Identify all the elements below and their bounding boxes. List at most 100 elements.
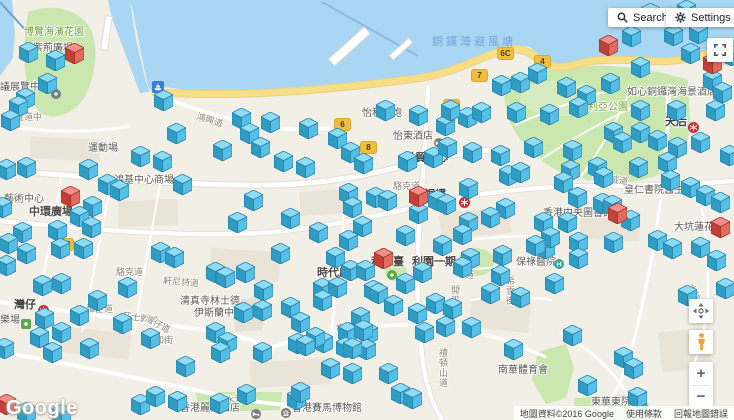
blue-cube-marker[interactable] [481, 207, 500, 228]
blue-cube-marker[interactable] [507, 102, 526, 123]
blue-cube-marker[interactable] [211, 342, 230, 363]
blue-cube-marker[interactable] [511, 287, 530, 308]
blue-cube-marker[interactable] [253, 342, 272, 363]
blue-cube-marker[interactable] [271, 243, 290, 264]
blue-cube-marker[interactable] [681, 43, 700, 64]
blue-cube-marker[interactable] [628, 387, 647, 408]
blue-cube-marker[interactable] [706, 100, 725, 121]
blue-cube-marker[interactable] [624, 358, 643, 379]
blue-cube-marker[interactable] [568, 187, 587, 208]
blue-cube-marker[interactable] [491, 145, 510, 166]
blue-cube-marker[interactable] [0, 159, 16, 180]
blue-cube-marker[interactable] [545, 273, 564, 294]
blue-cube-marker[interactable] [237, 384, 256, 405]
report-map-error-link[interactable]: 回報地圖錯誤 [674, 407, 728, 420]
blue-cube-marker[interactable] [463, 142, 482, 163]
blue-cube-marker[interactable] [299, 118, 318, 139]
blue-cube-marker[interactable] [511, 162, 530, 183]
blue-cube-marker[interactable] [631, 57, 650, 78]
blue-cube-marker[interactable] [296, 157, 315, 178]
red-cube-marker[interactable] [374, 248, 393, 269]
blue-cube-marker[interactable] [462, 317, 481, 338]
blue-cube-marker[interactable] [493, 245, 512, 266]
blue-cube-marker[interactable] [80, 338, 99, 359]
blue-cube-marker[interactable] [711, 192, 730, 213]
blue-cube-marker[interactable] [558, 212, 577, 233]
blue-cube-marker[interactable] [396, 273, 415, 294]
red-cube-marker[interactable] [61, 186, 80, 207]
blue-cube-marker[interactable] [213, 140, 232, 161]
blue-cube-marker[interactable] [253, 300, 272, 321]
blue-cube-marker[interactable] [82, 217, 101, 238]
blue-cube-marker[interactable] [459, 178, 478, 199]
blue-cube-marker[interactable] [309, 222, 328, 243]
blue-cube-marker[interactable] [648, 130, 667, 151]
blue-cube-marker[interactable] [261, 112, 280, 133]
blue-cube-marker[interactable] [631, 100, 650, 121]
blue-cube-marker[interactable] [326, 247, 345, 268]
blue-cube-marker[interactable] [173, 174, 192, 195]
blue-cube-marker[interactable] [438, 137, 457, 158]
blue-cube-marker[interactable] [154, 90, 173, 111]
blue-cube-marker[interactable] [578, 375, 597, 396]
blue-cube-marker[interactable] [141, 328, 160, 349]
blue-cube-marker[interactable] [296, 335, 315, 356]
blue-cube-marker[interactable] [110, 180, 129, 201]
blue-cube-marker[interactable] [667, 100, 686, 121]
blue-cube-marker[interactable] [0, 233, 18, 254]
zoom-in-button[interactable]: + [689, 362, 713, 385]
blue-cube-marker[interactable] [569, 97, 588, 118]
blue-cube-marker[interactable] [176, 356, 195, 377]
blue-cube-marker[interactable] [52, 322, 71, 343]
blue-cube-marker[interactable] [481, 283, 500, 304]
blue-cube-marker[interactable] [601, 73, 620, 94]
blue-cube-marker[interactable] [281, 208, 300, 229]
blue-cube-marker[interactable] [146, 386, 165, 407]
blue-cube-marker[interactable] [17, 157, 36, 178]
red-cube-marker[interactable] [599, 35, 618, 56]
settings-button[interactable]: Settings [666, 8, 734, 27]
blue-cube-marker[interactable] [228, 212, 247, 233]
blue-cube-marker[interactable] [353, 216, 372, 237]
blue-cube-marker[interactable] [396, 225, 415, 246]
blue-cube-marker[interactable] [165, 247, 184, 268]
blue-cube-marker[interactable] [403, 388, 422, 409]
blue-cube-marker[interactable] [251, 137, 270, 158]
blue-cube-marker[interactable] [453, 257, 472, 278]
blue-cube-marker[interactable] [131, 146, 150, 167]
blue-cube-marker[interactable] [720, 145, 734, 166]
blue-cube-marker[interactable] [19, 42, 38, 63]
blue-cube-marker[interactable] [46, 50, 65, 71]
blue-cube-marker[interactable] [313, 290, 332, 311]
blue-cube-marker[interactable] [74, 238, 93, 259]
blue-cube-marker[interactable] [691, 132, 710, 153]
blue-cube-marker[interactable] [0, 338, 14, 359]
blue-cube-marker[interactable] [398, 151, 417, 172]
blue-cube-marker[interactable] [291, 382, 310, 403]
map-canvas[interactable]: 博覽海濱花園紫荊廣場議展覽中心博覽道中鴻興道銅鑼灣避風塘怡和午炮怡東酒店世貿中心… [0, 0, 734, 420]
blue-cube-marker[interactable] [321, 358, 340, 379]
blue-cube-marker[interactable] [379, 363, 398, 384]
blue-cube-marker[interactable] [343, 363, 362, 384]
blue-cube-marker[interactable] [436, 316, 455, 337]
zoom-out-button[interactable]: − [689, 386, 713, 409]
blue-cube-marker[interactable] [526, 235, 545, 256]
blue-cube-marker[interactable] [376, 100, 395, 121]
blue-cube-marker[interactable] [167, 123, 186, 144]
blue-cube-marker[interactable] [70, 305, 89, 326]
blue-cube-marker[interactable] [492, 75, 511, 96]
blue-cube-marker[interactable] [604, 232, 623, 253]
blue-cube-marker[interactable] [528, 63, 547, 84]
blue-cube-marker[interactable] [343, 197, 362, 218]
blue-cube-marker[interactable] [524, 137, 543, 158]
blue-cube-marker[interactable] [216, 267, 235, 288]
blue-cube-marker[interactable] [88, 290, 107, 311]
blue-cube-marker[interactable] [569, 248, 588, 269]
blue-cube-marker[interactable] [437, 194, 456, 215]
blue-cube-marker[interactable] [113, 313, 132, 334]
blue-cube-marker[interactable] [415, 322, 434, 343]
red-cube-marker[interactable] [608, 203, 627, 224]
blue-cube-marker[interactable] [118, 277, 137, 298]
blue-cube-marker[interactable] [33, 275, 52, 296]
blue-cube-marker[interactable] [1, 110, 20, 131]
